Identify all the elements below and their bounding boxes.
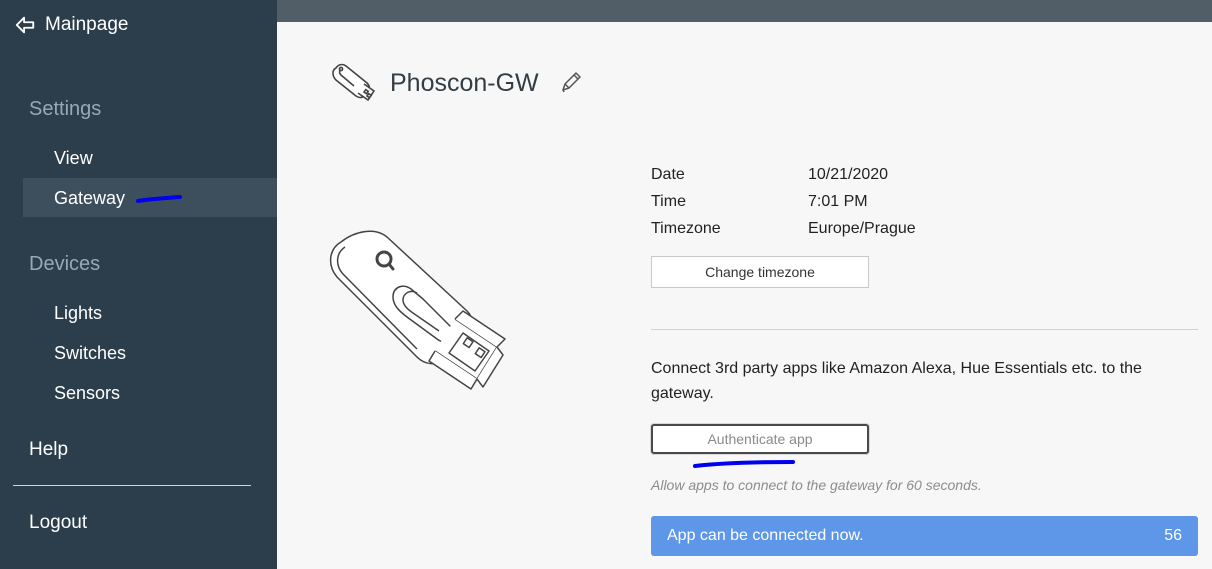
top-bar	[277, 0, 1212, 22]
annotation-underline-gateway	[136, 195, 182, 203]
sidebar-item-help[interactable]: Help	[29, 439, 68, 461]
arrow-left-icon	[15, 16, 35, 34]
info-value: 10/21/2020	[808, 165, 889, 183]
status-text: App can be connected now.	[667, 527, 864, 544]
connection-status-bar: App can be connected now. 56	[651, 516, 1198, 556]
usb-stick-icon	[332, 63, 376, 102]
pencil-icon[interactable]	[559, 70, 583, 96]
sidebar: Mainpage Settings View Gateway Devices L…	[0, 0, 277, 569]
info-value: Europe/Prague	[808, 219, 916, 237]
settings-heading: Settings	[29, 98, 102, 120]
countdown-seconds: 56	[1164, 527, 1182, 544]
gateway-header: Phoscon-GW	[330, 60, 583, 106]
info-row-date: Date 10/21/2020	[651, 161, 916, 188]
info-key: Timezone	[651, 219, 721, 237]
info-key: Date	[651, 165, 685, 183]
info-value: 7:01 PM	[808, 192, 868, 210]
sidebar-item-logout[interactable]: Logout	[29, 512, 87, 534]
sidebar-item-switches[interactable]: Switches	[54, 343, 126, 364]
main-content: Phoscon-GW Date 10/21/2020 Time 7:01 PM …	[277, 22, 1212, 569]
section-divider	[651, 329, 1198, 330]
sidebar-divider	[13, 485, 251, 486]
authenticate-app-button[interactable]: Authenticate app	[651, 424, 869, 454]
mainpage-link[interactable]: Mainpage	[14, 14, 128, 36]
gateway-info-table: Date 10/21/2020 Time 7:01 PM Timezone Eu…	[651, 161, 916, 242]
connect-apps-description: Connect 3rd party apps like Amazon Alexa…	[651, 360, 1142, 402]
authenticate-hint: Allow apps to connect to the gateway for…	[651, 477, 982, 493]
sidebar-item-sensors[interactable]: Sensors	[54, 383, 120, 404]
usb-stick-illustration	[329, 230, 506, 390]
change-timezone-button[interactable]: Change timezone	[651, 256, 869, 288]
info-row-timezone: Timezone Europe/Prague	[651, 215, 916, 242]
gateway-name: Phoscon-GW	[390, 68, 539, 97]
sidebar-item-view[interactable]: View	[54, 148, 93, 169]
sidebar-item-lights[interactable]: Lights	[54, 303, 102, 324]
info-key: Time	[651, 192, 686, 210]
info-row-time: Time 7:01 PM	[651, 188, 916, 215]
sidebar-item-gateway[interactable]: Gateway	[54, 188, 125, 209]
annotation-underline-authenticate	[693, 460, 795, 468]
devices-heading: Devices	[29, 253, 101, 275]
mainpage-label: Mainpage	[45, 14, 129, 35]
